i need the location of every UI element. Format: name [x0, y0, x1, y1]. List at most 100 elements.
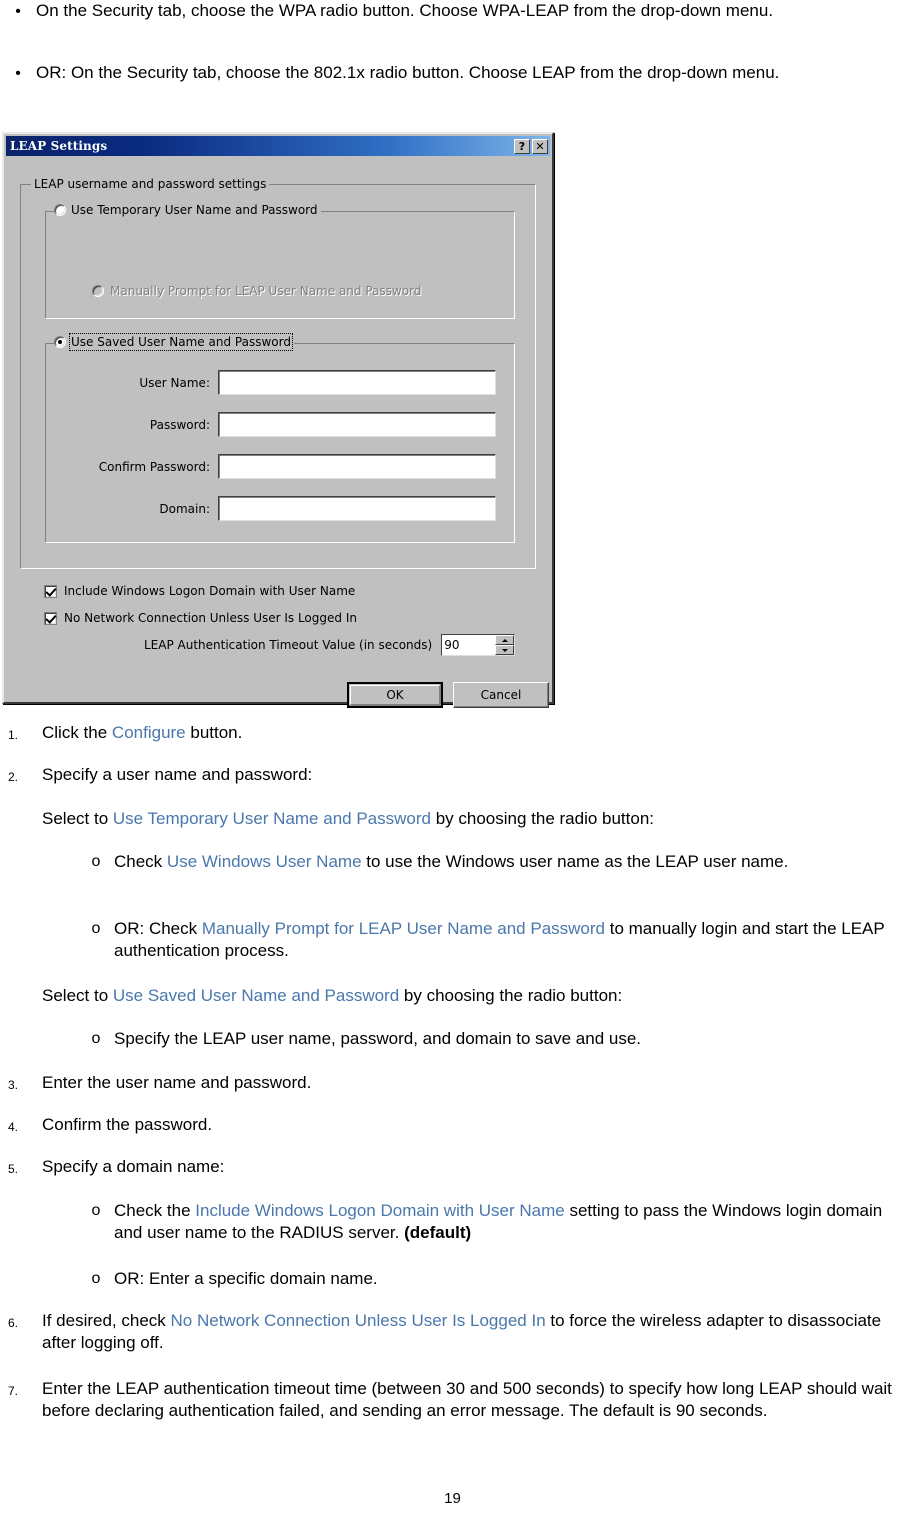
bullet-item: • On the Security tab, choose the WPA ra…	[0, 0, 781, 23]
ui-reference: Use Windows User Name	[166, 852, 362, 871]
no-network-connection-label: No Network Connection Unless User Is Log…	[64, 611, 357, 625]
bullet-marker: •	[15, 65, 21, 82]
spinner-buttons	[495, 635, 515, 655]
step-marker: 3.	[8, 1078, 19, 1092]
user-name-label: User Name:	[139, 375, 210, 390]
use-temporary-radio-label: Use Temporary User Name and Password	[71, 203, 318, 217]
sub-marker: o	[91, 853, 101, 870]
step-marker: 4.	[8, 1120, 19, 1134]
include-windows-logon-domain-label: Include Windows Logon Domain with User N…	[64, 584, 356, 598]
confirm-password-field[interactable]	[218, 454, 496, 479]
password-label: Password:	[149, 417, 210, 432]
use-temporary-credentials-groupbox: Use Temporary User Name and Password Man…	[45, 203, 515, 319]
sub-text: Check the Include Windows Logon Domain w…	[114, 1201, 883, 1242]
page-number: 19	[444, 1490, 461, 1507]
step-text: Click the Configure button.	[42, 723, 243, 742]
confirm-password-label: Confirm Password:	[98, 459, 210, 474]
step-item-2: 2. Specify a user name and password:	[0, 764, 905, 790]
radio-indicator-temporary[interactable]	[54, 204, 66, 216]
step-text: Enter the LEAP authentication timeout ti…	[42, 1379, 892, 1420]
step-text: If desired, check No Network Connection …	[42, 1311, 882, 1352]
default-annotation: (default)	[404, 1223, 472, 1242]
sub-marker: o	[91, 1030, 101, 1047]
confirm-password-row: Confirm Password:	[46, 454, 516, 479]
no-network-connection-checkbox[interactable]: No Network Connection Unless User Is Log…	[44, 611, 357, 625]
step-marker: 7.	[8, 1384, 19, 1398]
ui-reference: Include Windows Logon Domain with User N…	[195, 1201, 565, 1220]
select-temporary-paragraph: Select to Use Temporary User Name and Pa…	[42, 809, 655, 828]
leap-settings-dialog: LEAP Settings ? ✕ LEAP username and pass…	[2, 132, 554, 708]
groupbox-label: LEAP username and password settings	[31, 177, 270, 191]
leap-timeout-label: LEAP Authentication Timeout Value (in se…	[144, 638, 433, 652]
checkbox-indicator-include-domain[interactable]	[44, 584, 57, 598]
use-saved-radio-label: Use Saved User Name and Password	[69, 333, 293, 351]
bullet-item: • OR: On the Security tab, choose the 80…	[0, 62, 787, 85]
cancel-button[interactable]: Cancel	[453, 682, 549, 708]
step-item-1: 1. Click the Configure button.	[0, 722, 905, 748]
sub-item-use-windows-user-name: o Check Use Windows User Name to use the…	[0, 851, 905, 873]
step-item-7: 7. Enter the LEAP authentication timeout…	[0, 1378, 905, 1422]
manually-prompt-radio: Manually Prompt for LEAP User Name and P…	[92, 284, 421, 298]
ui-reference: Configure	[111, 723, 186, 742]
cancel-button-label: Cancel	[480, 688, 522, 702]
sub-text: Check Use Windows User Name to use the W…	[114, 852, 789, 871]
step-marker: 2.	[8, 770, 19, 784]
step-item-3: 3. Enter the user name and password.	[0, 1072, 905, 1098]
ok-button-label: OK	[386, 688, 404, 702]
sub-item-specify-leap-credentials: o Specify the LEAP user name, password, …	[0, 1028, 905, 1050]
step-item-4: 4. Confirm the password.	[0, 1114, 905, 1140]
step-text: Specify a domain name:	[42, 1157, 225, 1176]
password-field[interactable]	[218, 412, 496, 437]
domain-field[interactable]	[218, 496, 496, 521]
step-text: Specify a user name and password:	[42, 765, 313, 784]
user-name-field[interactable]	[218, 370, 496, 395]
help-icon[interactable]: ?	[514, 138, 530, 154]
spinner-up-icon[interactable]	[495, 635, 515, 645]
include-windows-logon-domain-checkbox[interactable]: Include Windows Logon Domain with User N…	[44, 584, 355, 598]
dialog-title: LEAP Settings	[10, 139, 108, 153]
step-marker: 6.	[8, 1316, 19, 1330]
leap-timeout-value[interactable]: 90	[442, 635, 496, 655]
sub-marker: o	[91, 920, 101, 937]
checkbox-indicator-no-network[interactable]	[44, 611, 57, 625]
dialog-body: LEAP username and password settings Use …	[4, 156, 552, 708]
sub-item-include-windows-logon-domain: o Check the Include Windows Logon Domain…	[0, 1200, 905, 1244]
use-saved-credentials-groupbox: Use Saved User Name and Password User Na…	[45, 333, 516, 543]
step-item-5: 5. Specify a domain name:	[0, 1156, 905, 1182]
leap-timeout-stepper[interactable]: 90	[441, 634, 516, 656]
ok-button[interactable]: OK	[347, 682, 443, 708]
select-saved-paragraph: Select to Use Saved User Name and Passwo…	[42, 986, 623, 1005]
radio-indicator-manually-prompt	[92, 285, 104, 297]
use-temporary-radio[interactable]: Use Temporary User Name and Password	[54, 203, 321, 217]
bullet-marker: •	[15, 3, 21, 20]
sub-text: Specify the LEAP user name, password, an…	[114, 1029, 641, 1048]
domain-label: Domain:	[159, 501, 210, 516]
sub-marker: o	[91, 1270, 101, 1287]
ui-reference: Use Temporary User Name and Password	[112, 809, 431, 828]
step-text: Enter the user name and password.	[42, 1073, 312, 1092]
step-marker: 5.	[8, 1162, 19, 1176]
close-icon[interactable]: ✕	[532, 138, 548, 154]
dialog-titlebar[interactable]: LEAP Settings ? ✕	[6, 136, 550, 156]
bullet-text: OR: On the Security tab, choose the 802.…	[36, 63, 780, 82]
leap-timeout-row: LEAP Authentication Timeout Value (in se…	[144, 634, 516, 656]
password-row: Password:	[46, 412, 516, 437]
step-text: Confirm the password.	[42, 1115, 213, 1134]
use-saved-radio[interactable]: Use Saved User Name and Password	[54, 333, 294, 351]
ui-reference: Use Saved User Name and Password	[112, 986, 400, 1005]
domain-row: Domain:	[46, 496, 516, 521]
radio-indicator-saved[interactable]	[54, 336, 66, 348]
ui-reference: No Network Connection Unless User Is Log…	[170, 1311, 546, 1330]
sub-item-specific-domain-name: o OR: Enter a specific domain name.	[0, 1268, 905, 1290]
sub-item-manually-prompt: o OR: Check Manually Prompt for LEAP Use…	[0, 918, 905, 962]
bullet-text: On the Security tab, choose the WPA radi…	[36, 1, 774, 20]
manually-prompt-radio-label: Manually Prompt for LEAP User Name and P…	[110, 284, 422, 298]
ui-reference: Manually Prompt for LEAP User Name and P…	[201, 919, 605, 938]
user-name-row: User Name:	[46, 370, 516, 395]
leap-credentials-groupbox: LEAP username and password settings Use …	[20, 177, 536, 569]
sub-text: OR: Check Manually Prompt for LEAP User …	[114, 919, 885, 960]
spinner-down-icon[interactable]	[495, 645, 515, 655]
sub-text: OR: Enter a specific domain name.	[114, 1269, 378, 1288]
step-marker: 1.	[8, 728, 19, 742]
sub-marker: o	[91, 1202, 101, 1219]
